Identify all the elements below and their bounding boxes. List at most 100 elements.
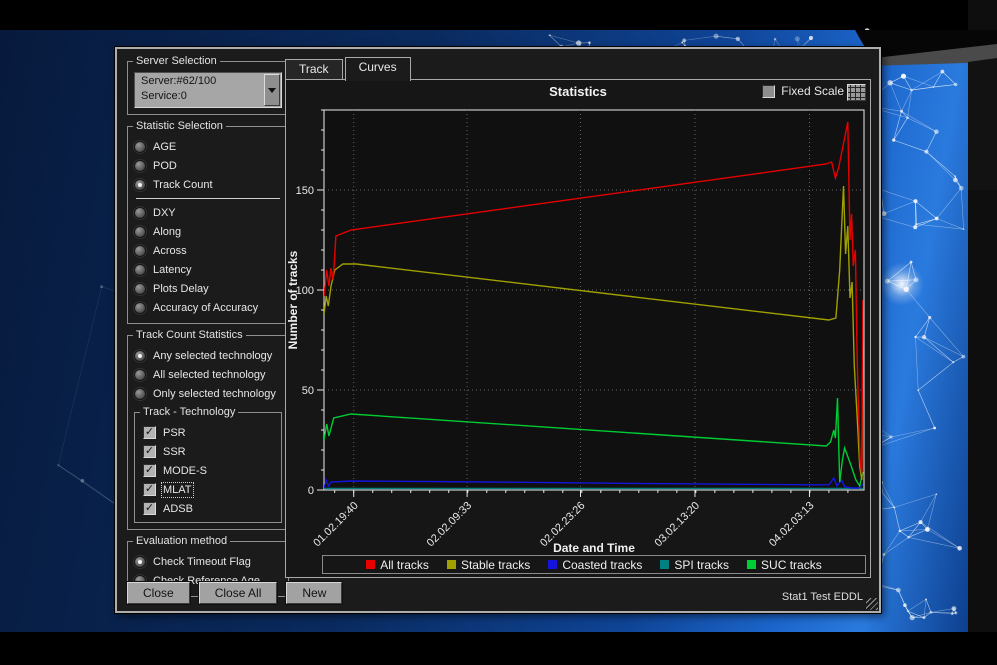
legend-swatch-icon xyxy=(660,560,669,569)
radio-icon[interactable] xyxy=(134,369,146,381)
server-selection-title: Server Selection xyxy=(133,55,220,67)
server-select-dropdown[interactable]: Server:#62/100 Service:0 xyxy=(134,72,282,108)
option-label: Track Count xyxy=(153,179,213,191)
statistic-option[interactable]: Track Count xyxy=(134,175,282,194)
dropdown-arrow-icon[interactable] xyxy=(264,74,280,106)
checkbox-icon[interactable]: ✓ xyxy=(143,483,156,496)
option-label: Accuracy of Accuracy xyxy=(153,302,258,314)
technology-checkboxes: ✓PSR✓SSR✓MODE-S✓MLAT✓ADSB xyxy=(143,423,275,518)
statistic-selection-group: Statistic Selection AGEPODTrack CountDXY… xyxy=(127,126,289,324)
wallpaper-glow-spot xyxy=(880,262,924,306)
resize-grip-icon[interactable] xyxy=(866,598,878,610)
option-divider xyxy=(136,198,280,199)
statistic-option[interactable]: POD xyxy=(134,156,282,175)
radio-icon[interactable] xyxy=(134,245,146,257)
track-count-statistics-group: Track Count Statistics Any selected tech… xyxy=(127,335,289,530)
close-all-button[interactable]: Close All xyxy=(199,582,278,604)
radio-icon[interactable] xyxy=(134,350,146,362)
legend-item: SUC tracks xyxy=(747,558,822,572)
track-count-option[interactable]: All selected technology xyxy=(134,365,282,384)
checkbox-icon[interactable]: ✓ xyxy=(143,426,156,439)
svg-text:01.02.19:40: 01.02.19:40 xyxy=(311,500,361,550)
checkbox-label: ADSB xyxy=(163,503,193,515)
legend-swatch-icon xyxy=(366,560,375,569)
track-technology-group: Track - Technology ✓PSR✓SSR✓MODE-S✓MLAT✓… xyxy=(134,412,282,523)
statistic-option[interactable]: Along xyxy=(134,222,282,241)
option-label: Along xyxy=(153,226,181,238)
technology-checkbox-row[interactable]: ✓MODE-S xyxy=(143,461,275,480)
checkbox-label: PSR xyxy=(163,427,186,439)
option-label: Across xyxy=(153,245,187,257)
radio-icon[interactable] xyxy=(134,207,146,219)
svg-text:03.02.13:20: 03.02.13:20 xyxy=(653,500,703,550)
svg-text:Number of tracks: Number of tracks xyxy=(286,250,300,349)
left-control-panel: Server Selection Server:#62/100 Service:… xyxy=(127,61,289,608)
close-button[interactable]: Close xyxy=(127,582,190,604)
track-count-statistics-title: Track Count Statistics xyxy=(133,329,246,341)
chart-header: Statistics Fixed Scale xyxy=(286,82,870,102)
option-label: Plots Delay xyxy=(153,283,209,295)
checkbox-label: MLAT xyxy=(163,484,192,496)
radio-icon[interactable] xyxy=(134,556,146,568)
statistic-selection-title: Statistic Selection xyxy=(133,120,226,132)
statistics-window: Server Selection Server:#62/100 Service:… xyxy=(115,47,881,613)
checkbox-icon[interactable]: ✓ xyxy=(143,445,156,458)
legend-swatch-icon xyxy=(747,560,756,569)
tab-curves[interactable]: Curves xyxy=(345,57,411,81)
radio-icon[interactable] xyxy=(134,141,146,153)
track-count-option[interactable]: Any selected technology xyxy=(134,346,282,365)
track-technology-title: Track - Technology xyxy=(140,406,238,418)
technology-checkbox-row[interactable]: ✓ PSR xyxy=(143,423,275,442)
svg-text:02.02.09:33: 02.02.09:33 xyxy=(425,500,475,550)
legend-label: Stable tracks xyxy=(461,558,530,572)
option-label: Any selected technology xyxy=(153,350,272,362)
radio-icon[interactable] xyxy=(134,160,146,172)
radio-icon[interactable] xyxy=(134,388,146,400)
statistic-option[interactable]: Latency xyxy=(134,260,282,279)
statistic-option[interactable]: Accuracy of Accuracy xyxy=(134,298,282,317)
technology-checkbox-row[interactable]: ✓ ADSB xyxy=(143,499,275,518)
option-label: POD xyxy=(153,160,177,172)
radio-icon[interactable] xyxy=(134,179,146,191)
evaluation-option[interactable]: Check Timeout Flag xyxy=(134,552,282,571)
legend-label: All tracks xyxy=(380,558,429,572)
legend-item: All tracks xyxy=(366,558,429,572)
technology-checkbox-row[interactable]: ✓ SSR xyxy=(143,442,275,461)
desktop-right-band xyxy=(968,0,997,665)
tab-track[interactable]: Track xyxy=(285,59,343,80)
checkbox-icon[interactable]: ✓ xyxy=(143,464,156,477)
statistic-option[interactable]: AGE xyxy=(134,137,282,156)
track-count-option[interactable]: Only selected technology xyxy=(134,384,282,403)
curves-tab-pane: Statistics Fixed Scale 05010015001.02.19… xyxy=(285,79,871,578)
radio-icon[interactable] xyxy=(134,302,146,314)
legend-label: SPI tracks xyxy=(674,558,729,572)
option-label: Only selected technology xyxy=(153,388,276,400)
radio-icon[interactable] xyxy=(134,264,146,276)
svg-text:0: 0 xyxy=(308,485,314,497)
statistic-option[interactable]: Across xyxy=(134,241,282,260)
chart-legend: All tracksStable tracksCoasted tracksSPI… xyxy=(322,555,866,574)
new-button[interactable]: New xyxy=(286,582,342,604)
legend-swatch-icon xyxy=(447,560,456,569)
tab-bar: TrackCurves xyxy=(285,57,413,80)
checkbox-icon[interactable]: ✓ xyxy=(143,502,156,515)
fixed-scale-label: Fixed Scale xyxy=(781,84,844,98)
svg-text:150: 150 xyxy=(296,185,314,197)
legend-item: Stable tracks xyxy=(447,558,530,572)
statistic-option[interactable]: Plots Delay xyxy=(134,279,282,298)
svg-text:50: 50 xyxy=(302,385,314,397)
checkbox-label: SSR xyxy=(163,446,186,458)
fixed-scale-checkbox[interactable] xyxy=(762,85,775,98)
svg-text:04.02.03:13: 04.02.03:13 xyxy=(767,500,817,550)
window-button-row: Close Close All New xyxy=(127,582,342,604)
technology-checkbox-row[interactable]: ✓ MLAT xyxy=(143,480,275,499)
radio-icon[interactable] xyxy=(134,283,146,295)
statistic-option[interactable]: DXY xyxy=(134,203,282,222)
fixed-scale-toggle[interactable]: Fixed Scale xyxy=(762,84,844,98)
legend-item: SPI tracks xyxy=(660,558,729,572)
grid-icon[interactable] xyxy=(847,84,866,101)
track-count-options: Any selected technology All selected tech… xyxy=(134,346,282,403)
server-select-line1: Server:#62/100 xyxy=(141,74,263,89)
radio-icon[interactable] xyxy=(134,226,146,238)
statistics-chart: 05010015001.02.19:4002.02.09:3302.02.23:… xyxy=(286,102,878,558)
